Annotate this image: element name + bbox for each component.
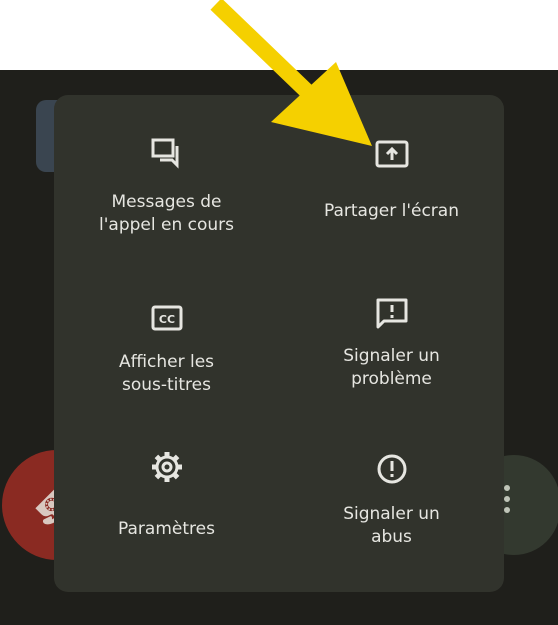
yellow-arrow-annotation bbox=[210, 0, 372, 146]
